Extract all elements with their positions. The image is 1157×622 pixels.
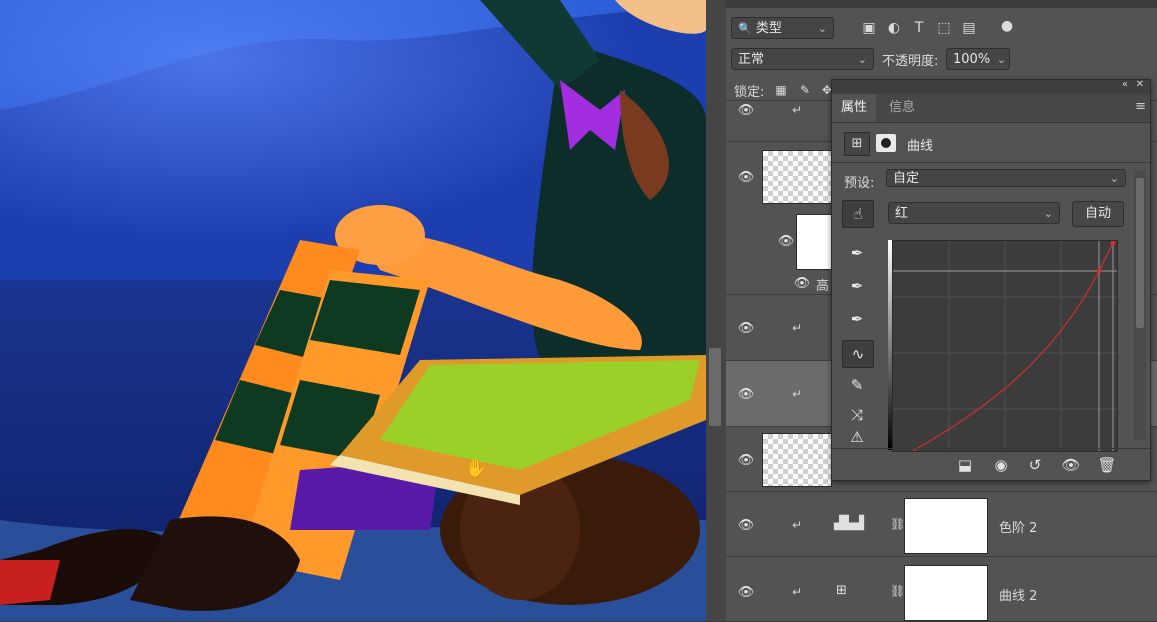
curve-point-tool-icon[interactable]: ∿ — [842, 340, 874, 368]
visibility-eye-icon[interactable]: 👁 — [736, 585, 756, 600]
layer-thumbnail — [762, 150, 832, 204]
lock-label: 锁定: — [734, 85, 765, 100]
chevron-down-icon: ⌄ — [857, 53, 867, 66]
smart-object-filter-icon[interactable]: ▤ — [960, 19, 978, 37]
chevron-down-icon: ⌄ — [817, 22, 827, 35]
clipping-warning-icon[interactable]: ⚠ — [842, 430, 872, 445]
curve-graph[interactable] — [892, 240, 1118, 452]
clipping-arrow-icon: ↵ — [792, 321, 803, 335]
chevron-down-icon: ⌄ — [996, 53, 1006, 66]
layer-row-levels[interactable]: 👁 ↵ ▟▙▟ ⛓ 色阶 2 — [726, 491, 1157, 556]
layer-mask-thumbnail — [904, 498, 988, 554]
shape-layer-filter-icon[interactable]: ⬚ — [935, 19, 953, 37]
panel-top-edge — [726, 0, 1157, 8]
visibility-eye-icon[interactable]: 👁 — [1060, 455, 1082, 475]
red-curve-line — [912, 242, 1114, 451]
properties-tabs: 属性 信息 ≡ — [832, 94, 1150, 123]
preset-value: 自定 — [893, 171, 920, 186]
curve-graph-svg[interactable] — [893, 241, 1117, 451]
curves-adjustment-icon: ⊞ — [836, 583, 847, 598]
artwork-image: ✋ — [0, 0, 706, 621]
close-icon[interactable]: ✕ — [1136, 79, 1144, 90]
clipping-arrow-icon: ↵ — [792, 585, 803, 599]
channel-dropdown[interactable]: 红 ⌄ — [888, 202, 1060, 224]
clipping-arrow-icon: ↵ — [792, 387, 803, 401]
clip-to-layer-icon[interactable]: ⬓ — [954, 455, 976, 475]
lock-brush-icon[interactable]: ✎ — [796, 81, 814, 99]
auto-button-label: 自动 — [1084, 206, 1111, 221]
opacity-value: 100% — [953, 52, 991, 67]
pixel-layer-filter-icon[interactable]: ▣ — [860, 19, 878, 37]
layer-name: 高 — [816, 279, 830, 294]
search-icon: 🔍 — [738, 22, 752, 35]
white-point-eyedropper-icon[interactable]: ✒ — [842, 306, 872, 332]
link-chain-icon[interactable]: ⛓ — [890, 584, 905, 598]
opacity-input[interactable]: 100% ⌄ — [946, 48, 1010, 70]
layer-mask-thumbnail — [904, 565, 988, 621]
link-chain-icon[interactable]: ⛓ — [890, 517, 905, 531]
visibility-eye-icon[interactable]: 👁 — [776, 234, 796, 249]
delete-trash-icon[interactable]: 🗑 — [1096, 455, 1118, 475]
filter-toggle-icon[interactable]: ● — [998, 17, 1016, 35]
black-point-eyedropper-icon[interactable]: ✒ — [842, 240, 872, 266]
curve-endpoint — [1110, 241, 1116, 246]
curves-adjustment-icon[interactable]: ⊞ — [844, 132, 870, 156]
preset-label: 预设: — [844, 176, 875, 191]
properties-footer: ⬓ ◉ ↺ 👁 🗑 — [832, 448, 1150, 481]
clipping-arrow-icon: ↵ — [792, 518, 803, 532]
blend-mode-value: 正常 — [738, 52, 765, 67]
properties-panel: « ✕ 属性 信息 ≡ ⊞ 曲线 预设: 自定 ⌄ ☝ 红 ⌄ 自动 ✒ ✒ ✒… — [831, 79, 1151, 481]
layer-thumbnail — [762, 433, 832, 487]
properties-scrollbar[interactable] — [1134, 170, 1146, 440]
properties-scrollbar-thumb[interactable] — [1136, 178, 1144, 328]
view-previous-state-icon[interactable]: ◉ — [990, 455, 1012, 475]
auto-button[interactable]: 自动 — [1072, 201, 1124, 227]
adjustment-title: 曲线 — [907, 139, 934, 154]
tab-info[interactable]: 信息 — [880, 94, 924, 122]
blend-mode-dropdown[interactable]: 正常 ⌄ — [731, 48, 874, 70]
layer-mask-thumbnail — [796, 214, 832, 270]
clipping-arrow-icon: ↵ — [792, 103, 803, 117]
opacity-label: 不透明度: — [882, 54, 939, 69]
visibility-eye-icon[interactable]: 👁 — [736, 170, 756, 185]
channel-value: 红 — [895, 206, 909, 221]
layer-filter-value: 类型 — [755, 21, 782, 36]
canvas-scrollbar[interactable] — [706, 0, 726, 621]
layer-row-curves[interactable]: 👁 ↵ ⊞ ⛓ 曲线 2 — [726, 556, 1157, 622]
visibility-eye-icon[interactable]: 👁 — [736, 321, 756, 336]
divider — [832, 162, 1150, 163]
chevron-down-icon: ⌄ — [1109, 172, 1119, 185]
visibility-eye-icon[interactable]: 👁 — [736, 518, 756, 533]
visibility-eye-icon[interactable]: 👁 — [792, 276, 812, 291]
pencil-draw-icon[interactable]: ✎ — [842, 372, 872, 398]
visibility-eye-icon[interactable]: 👁 — [736, 103, 756, 118]
hand-cursor-icon: ✋ — [465, 457, 487, 479]
visibility-eye-icon[interactable]: 👁 — [736, 387, 756, 402]
reset-icon[interactable]: ↺ — [1024, 455, 1046, 475]
chevron-down-icon: ⌄ — [1043, 207, 1053, 220]
lock-transparent-icon[interactable]: ▦ — [772, 81, 790, 99]
targeted-adjustment-tool-icon[interactable]: ☝ — [842, 200, 874, 228]
visibility-eye-icon[interactable]: 👁 — [736, 453, 756, 468]
document-canvas[interactable]: ✋ — [0, 0, 706, 621]
layer-name: 色阶 2 — [999, 521, 1038, 536]
mask-icon[interactable] — [876, 134, 896, 152]
levels-adjustment-icon: ▟▙▟ — [834, 516, 864, 531]
canvas-scrollbar-thumb[interactable] — [709, 348, 721, 426]
tab-properties[interactable]: 属性 — [832, 94, 877, 122]
smooth-curve-icon[interactable]: ⤨ — [842, 402, 872, 428]
collapse-icon[interactable]: « — [1122, 79, 1128, 90]
gray-point-eyedropper-icon[interactable]: ✒ — [842, 273, 872, 299]
curve-point — [1096, 268, 1102, 274]
layer-name: 曲线 2 — [999, 589, 1038, 604]
layer-filter-dropdown[interactable]: 🔍 类型 ⌄ — [731, 17, 834, 39]
properties-titlebar[interactable]: « ✕ — [832, 79, 1150, 94]
panel-menu-icon[interactable]: ≡ — [1135, 99, 1146, 114]
adjustment-layer-filter-icon[interactable]: ◐ — [885, 19, 903, 37]
type-layer-filter-icon[interactable]: T — [910, 19, 928, 37]
preset-dropdown[interactable]: 自定 ⌄ — [886, 169, 1126, 187]
